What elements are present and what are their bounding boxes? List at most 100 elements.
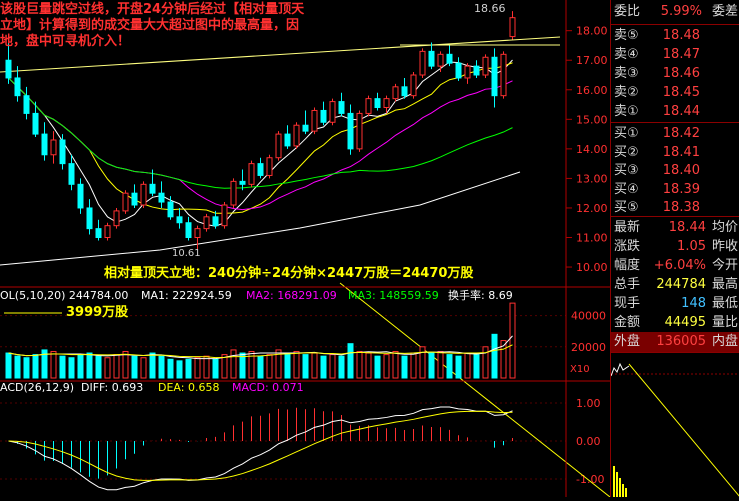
price-tick-label: 16.00: [576, 84, 608, 97]
volume-bar: [482, 346, 489, 379]
volume-tick-label: 40000: [571, 310, 606, 323]
volume-bar: [86, 352, 93, 379]
volume-bar: [374, 355, 381, 379]
volume-bar: [383, 354, 390, 379]
quote-value: 244784: [656, 277, 706, 292]
quote-label: 总手: [614, 277, 641, 292]
candle: [221, 202, 228, 229]
volume-bar: [95, 355, 102, 379]
kline-chart: 18.00 17.00 16.00 15.00 14.00 13.00 12.00 11.00…: [0, 0, 610, 497]
candle: [248, 160, 255, 188]
stat-row: 金额 44495 量比: [611, 313, 739, 333]
order-ratio-value: 5.99%: [660, 4, 702, 19]
order-ratio-label: 委比: [614, 4, 641, 19]
ask-row-3: 卖③ 18.46: [611, 64, 739, 84]
quote-value: +6.04%: [653, 258, 706, 273]
quote-value: 18.45: [662, 85, 700, 100]
candle: [122, 190, 129, 214]
candle: [500, 51, 507, 99]
volume-bar: [50, 350, 57, 379]
ask-row-2: 卖② 18.45: [611, 83, 739, 103]
candle: [266, 154, 273, 179]
volume-bar: [491, 333, 498, 379]
quote-label: 卖③: [614, 66, 639, 81]
volume-note: 3999万股: [66, 305, 128, 320]
volume-bar: [311, 352, 318, 379]
ask-row-5: 卖⑤ 18.48: [611, 26, 739, 46]
quote-label: 卖②: [614, 85, 639, 100]
quote-panel: 委比 5.99% 委差 卖⑤ 18.48 卖④ 18.47 卖③ 18.46 卖② 18.45…: [610, 0, 739, 497]
quote-value: 148: [681, 296, 706, 311]
annotation-line-3: 地，盘中可寻机介入！: [0, 33, 130, 49]
quote-label: 涨跌: [614, 239, 641, 254]
quote-value: 18.38: [662, 200, 700, 215]
macd-tick-label: 1.00: [576, 397, 601, 410]
volume-bar: [23, 357, 30, 379]
volume-bar: [104, 357, 111, 379]
volume-bar: [356, 350, 363, 379]
volume-bar: [437, 350, 444, 379]
bid-row-3: 买③ 18.40: [611, 161, 739, 181]
quote-value: 18.39: [662, 181, 700, 197]
volume-bar: [320, 355, 327, 379]
volume-bar: [392, 350, 399, 379]
quote-label: 现手: [614, 296, 641, 311]
volume-bar: [167, 358, 174, 379]
price-tick-label: 15.00: [576, 113, 608, 126]
quote-label: 卖①: [614, 104, 639, 119]
quote-value: 18.41: [662, 144, 700, 160]
volume-bar: [194, 357, 201, 379]
price-tick-label: 13.00: [576, 172, 608, 185]
volume-bar: [266, 354, 273, 379]
bid-row-2: 买② 18.41: [611, 143, 739, 163]
volume-bar: [176, 360, 183, 379]
quote-tail-label: 均价: [711, 220, 738, 235]
quote-value: 18.44: [668, 220, 706, 235]
stat-row: 幅度 +6.04% 今开: [611, 256, 739, 276]
quote-tail-label: 最低: [711, 296, 738, 311]
volume-bar: [284, 352, 291, 379]
bid-row-5: 买⑤ 18.38: [611, 198, 739, 218]
candle: [329, 98, 336, 126]
volume-bar: [248, 350, 255, 379]
volume-bar: [410, 352, 417, 379]
quote-label: 买③: [614, 163, 639, 178]
quote-label: 买④: [614, 181, 639, 197]
volume-bar: [5, 352, 12, 379]
dea-label: DEA: 0.658: [158, 381, 219, 394]
quote-label: 最新: [614, 220, 641, 235]
candle: [311, 107, 318, 135]
volume-bar: [365, 352, 372, 379]
order-diff-label: 委差: [711, 4, 738, 19]
volume-bar: [113, 354, 120, 379]
volume-bar: [419, 346, 426, 379]
ask-row-1: 卖① 18.44: [611, 102, 739, 122]
ma2-label: MA2: 168291.09: [246, 289, 337, 302]
macd-tick-label: -1.00: [576, 473, 604, 486]
quote-tail-label: 量比: [711, 315, 738, 330]
candle: [113, 207, 120, 229]
quote-tail-label: 内盘: [711, 334, 738, 349]
volume-bar: [14, 355, 21, 379]
volume-bar: [203, 355, 210, 379]
volume-bar: [149, 352, 156, 379]
mini-chart-svg: [610, 362, 739, 497]
quote-label: 卖⑤: [614, 28, 639, 43]
quote-value: 136005: [656, 334, 706, 349]
price-tick-label: 18.00: [576, 25, 608, 38]
volume-bar: [230, 349, 237, 379]
candle: [140, 181, 147, 208]
candle: [104, 222, 111, 241]
quote-value: 18.44: [662, 104, 700, 119]
ma3-label: MA3: 148559.59: [348, 289, 439, 302]
volume-bar: [338, 355, 345, 379]
volume-bar: [401, 355, 408, 379]
quote-tail-label: 今开: [711, 258, 738, 273]
volume-bar: [122, 350, 129, 379]
candle: [365, 95, 372, 117]
volume-bar: [293, 350, 300, 379]
price-tick-label: 12.00: [576, 202, 608, 215]
candle: [410, 72, 417, 99]
volume-bar: [59, 355, 66, 379]
stat-row: 总手 244784 最高: [611, 275, 739, 295]
